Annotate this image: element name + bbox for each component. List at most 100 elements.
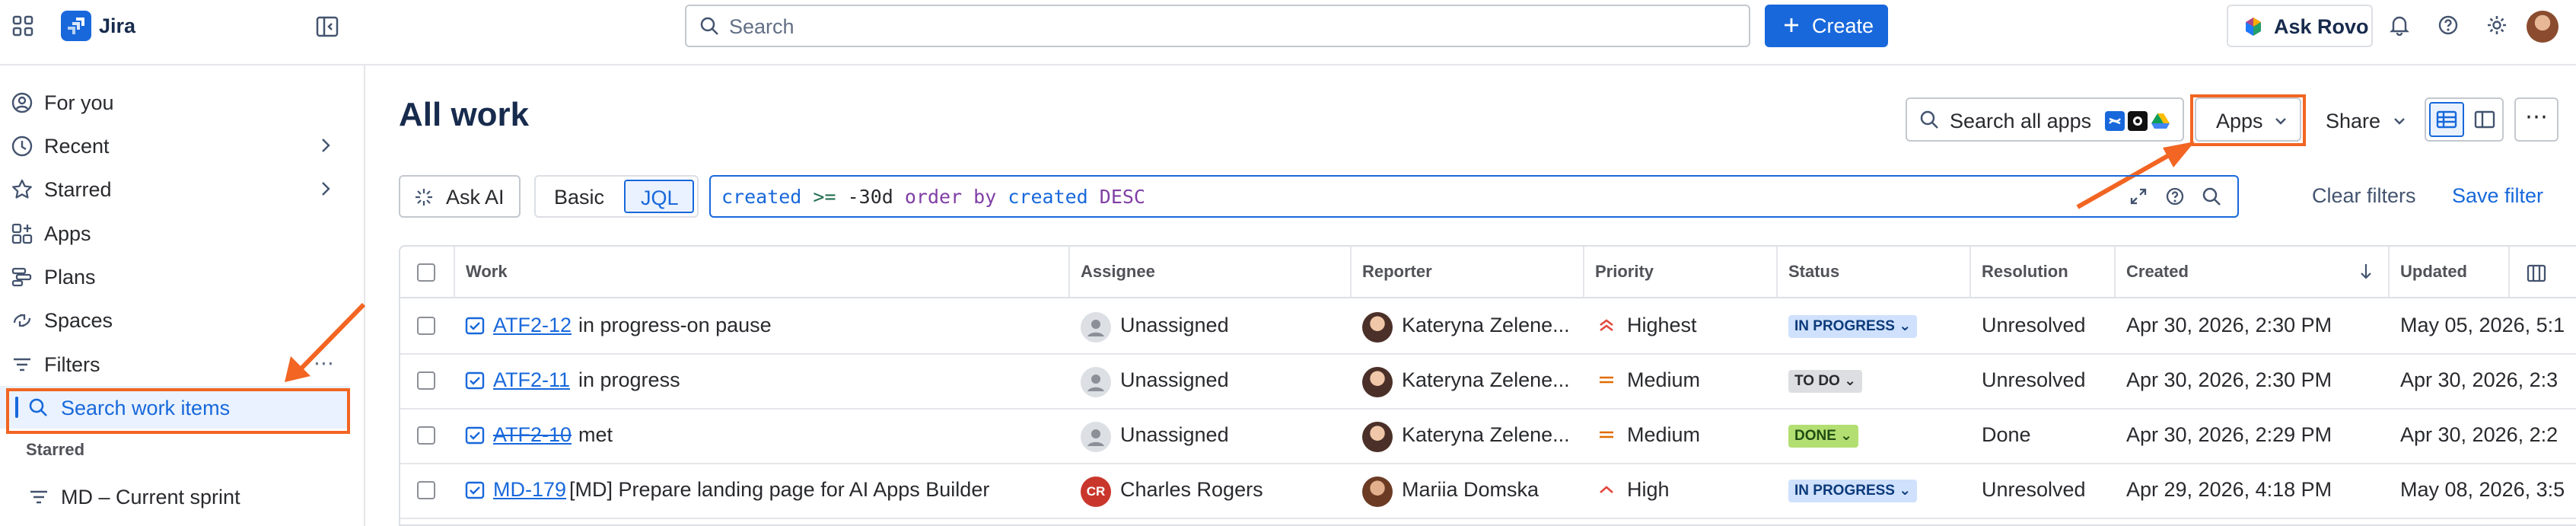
jql-mode-tab[interactable]: JQL bbox=[624, 180, 694, 213]
assignee-cell[interactable]: Unassigned bbox=[1070, 408, 1352, 463]
updated-cell: Apr 30, 2026, 2:3 bbox=[2390, 353, 2576, 408]
column-header-work[interactable]: Work bbox=[455, 247, 1070, 298]
save-filter-button[interactable]: Save filter bbox=[2452, 184, 2543, 208]
column-header-priority[interactable]: Priority bbox=[1584, 247, 1778, 298]
row-checkbox[interactable] bbox=[417, 317, 435, 335]
help-icon[interactable] bbox=[2164, 186, 2186, 207]
work-item-summary[interactable]: [MD] Prepare landing page for AI Apps Bu… bbox=[569, 478, 989, 502]
column-header-updated[interactable]: Updated bbox=[2390, 247, 2527, 298]
sidebar-starred-filter-item[interactable]: MD – Current sprint bbox=[0, 475, 350, 518]
column-header-created[interactable]: Created bbox=[2116, 247, 2390, 298]
assignee-cell[interactable]: CR Charles Rogers bbox=[1070, 463, 1352, 518]
app-switcher-icon[interactable] bbox=[11, 14, 35, 38]
user-avatar[interactable] bbox=[2527, 11, 2558, 43]
created-cell: Apr 30, 2026, 2:30 PM bbox=[2116, 353, 2390, 408]
sidebar-item-label: MD – Current sprint bbox=[61, 486, 240, 508]
expand-icon[interactable] bbox=[2128, 186, 2149, 207]
sidebar-item-starred[interactable]: Starred bbox=[0, 167, 350, 210]
clear-filters-button[interactable]: Clear filters bbox=[2312, 184, 2416, 208]
work-item-summary[interactable]: in progress-on pause bbox=[578, 314, 772, 337]
priority-cell[interactable]: Medium bbox=[1584, 353, 1778, 408]
chevron-down-icon: ⌄ bbox=[1894, 318, 1912, 334]
create-button[interactable]: Create bbox=[1765, 5, 1888, 47]
column-header-reporter[interactable]: Reporter bbox=[1352, 247, 1584, 298]
search-icon bbox=[699, 15, 720, 37]
sidebar-item-apps[interactable]: Apps bbox=[0, 212, 350, 254]
work-item-key-link[interactable]: ATF2-11 bbox=[493, 368, 570, 392]
collapse-sidebar-icon[interactable] bbox=[315, 15, 339, 38]
jira-logo-icon[interactable] bbox=[61, 11, 91, 41]
reporter-cell[interactable]: Kateryna Zelene... bbox=[1352, 298, 1584, 353]
ask-ai-label: Ask AI bbox=[446, 186, 505, 209]
priority-cell[interactable]: Highest bbox=[1584, 298, 1778, 353]
sidebar-item-label: Plans bbox=[44, 266, 96, 289]
sidebar-item-recent[interactable]: Recent bbox=[0, 124, 350, 167]
create-label: Create bbox=[1812, 14, 1874, 37]
ask-ai-button[interactable]: Ask AI bbox=[399, 175, 521, 218]
created-cell: Apr 29, 2026, 4:18 PM bbox=[2116, 463, 2390, 518]
search-icon[interactable] bbox=[2201, 186, 2222, 207]
table-row[interactable]: ATF2-12 in progress-on pause Unassigned Kat… bbox=[400, 298, 2576, 355]
work-item-summary[interactable]: met bbox=[578, 423, 613, 447]
row-select-cell bbox=[400, 463, 455, 518]
assignee-cell[interactable]: Unassigned bbox=[1070, 298, 1352, 353]
app-title[interactable]: Jira bbox=[99, 12, 135, 40]
reporter-cell[interactable]: Kateryna Zelene... bbox=[1352, 408, 1584, 463]
sort-descending-icon[interactable] bbox=[2358, 262, 2374, 282]
column-header-resolution[interactable]: Resolution bbox=[1971, 247, 2116, 298]
table-row[interactable]: ATF2-10 met Unassigned Kateryna Zelene... Me… bbox=[400, 408, 2576, 464]
row-select-cell bbox=[400, 408, 455, 463]
reporter-cell[interactable]: Kateryna Zelene... bbox=[1352, 353, 1584, 408]
priority-label: Medium bbox=[1627, 368, 1701, 391]
row-checkbox[interactable] bbox=[417, 481, 435, 499]
column-picker-icon[interactable] bbox=[2525, 262, 2548, 285]
table-row[interactable]: MD-179 [MD] Prepare landing page for AI A… bbox=[400, 463, 2576, 519]
settings-gear-icon[interactable] bbox=[2485, 14, 2508, 37]
notifications-bell-icon[interactable] bbox=[2388, 14, 2411, 37]
row-select-cell bbox=[400, 298, 455, 353]
status-cell: IN PROGRESS ⌄ bbox=[1778, 463, 1971, 518]
jql-query-input[interactable]: created >= -30d order by created DESC bbox=[709, 175, 2239, 218]
column-header-assignee[interactable]: Assignee bbox=[1070, 247, 1352, 298]
search-icon bbox=[1919, 110, 1939, 129]
plus-icon bbox=[1782, 15, 1801, 35]
priority-cell[interactable]: Medium bbox=[1584, 408, 1778, 463]
status-lozenge[interactable]: IN PROGRESS ⌄ bbox=[1788, 315, 1918, 338]
list-view-icon[interactable] bbox=[2429, 102, 2464, 137]
basic-mode-tab[interactable]: Basic bbox=[554, 186, 604, 209]
status-lozenge[interactable]: IN PROGRESS ⌄ bbox=[1788, 480, 1918, 502]
row-checkbox[interactable] bbox=[417, 371, 435, 390]
row-checkbox[interactable] bbox=[417, 426, 435, 445]
sidebar-item-for-you[interactable]: For you bbox=[0, 81, 350, 123]
rovo-icon bbox=[2242, 15, 2265, 38]
help-icon[interactable] bbox=[2437, 14, 2460, 37]
view-toggle-group bbox=[2425, 97, 2504, 142]
more-actions-button[interactable]: ⋯ bbox=[2514, 97, 2558, 142]
share-button[interactable]: Share bbox=[2313, 97, 2415, 142]
assignee-name: Unassigned bbox=[1120, 423, 1229, 446]
assignee-cell[interactable]: Unassigned bbox=[1070, 353, 1352, 408]
work-item-key-link[interactable]: ATF2-10 bbox=[493, 423, 572, 447]
chevron-right-icon[interactable] bbox=[317, 178, 335, 199]
priority-cell[interactable]: High bbox=[1584, 463, 1778, 518]
chevron-right-icon[interactable] bbox=[317, 135, 335, 156]
status-lozenge[interactable]: TO DO ⌄ bbox=[1788, 370, 1863, 393]
work-item-summary[interactable]: in progress bbox=[578, 368, 680, 392]
table-row[interactable]: ATF2-11 in progress Unassigned Kateryna Zel… bbox=[400, 353, 2576, 410]
reporter-cell[interactable]: Mariia Domska bbox=[1352, 463, 1584, 518]
global-search-input[interactable]: Search bbox=[685, 5, 1750, 47]
status-lozenge[interactable]: DONE ⌄ bbox=[1788, 425, 1859, 448]
status-label: DONE bbox=[1794, 428, 1836, 444]
annotation-highlight-box bbox=[2190, 94, 2306, 146]
updated-date: Apr 30, 2026, 2:3 bbox=[2400, 368, 2558, 391]
work-item-key-link[interactable]: ATF2-12 bbox=[493, 314, 572, 337]
priority-medium-icon bbox=[1597, 370, 1616, 390]
select-all-checkbox[interactable] bbox=[417, 263, 435, 282]
ask-rovo-button[interactable]: Ask Rovo bbox=[2227, 5, 2373, 47]
created-date: Apr 29, 2026, 4:18 PM bbox=[2126, 478, 2332, 501]
confluence-icon bbox=[2105, 111, 2125, 131]
work-item-key-link[interactable]: MD-179 bbox=[493, 478, 566, 502]
detail-view-icon[interactable] bbox=[2467, 102, 2502, 137]
sidebar-item-plans[interactable]: Plans bbox=[0, 255, 350, 298]
column-header-status[interactable]: Status bbox=[1778, 247, 1971, 298]
